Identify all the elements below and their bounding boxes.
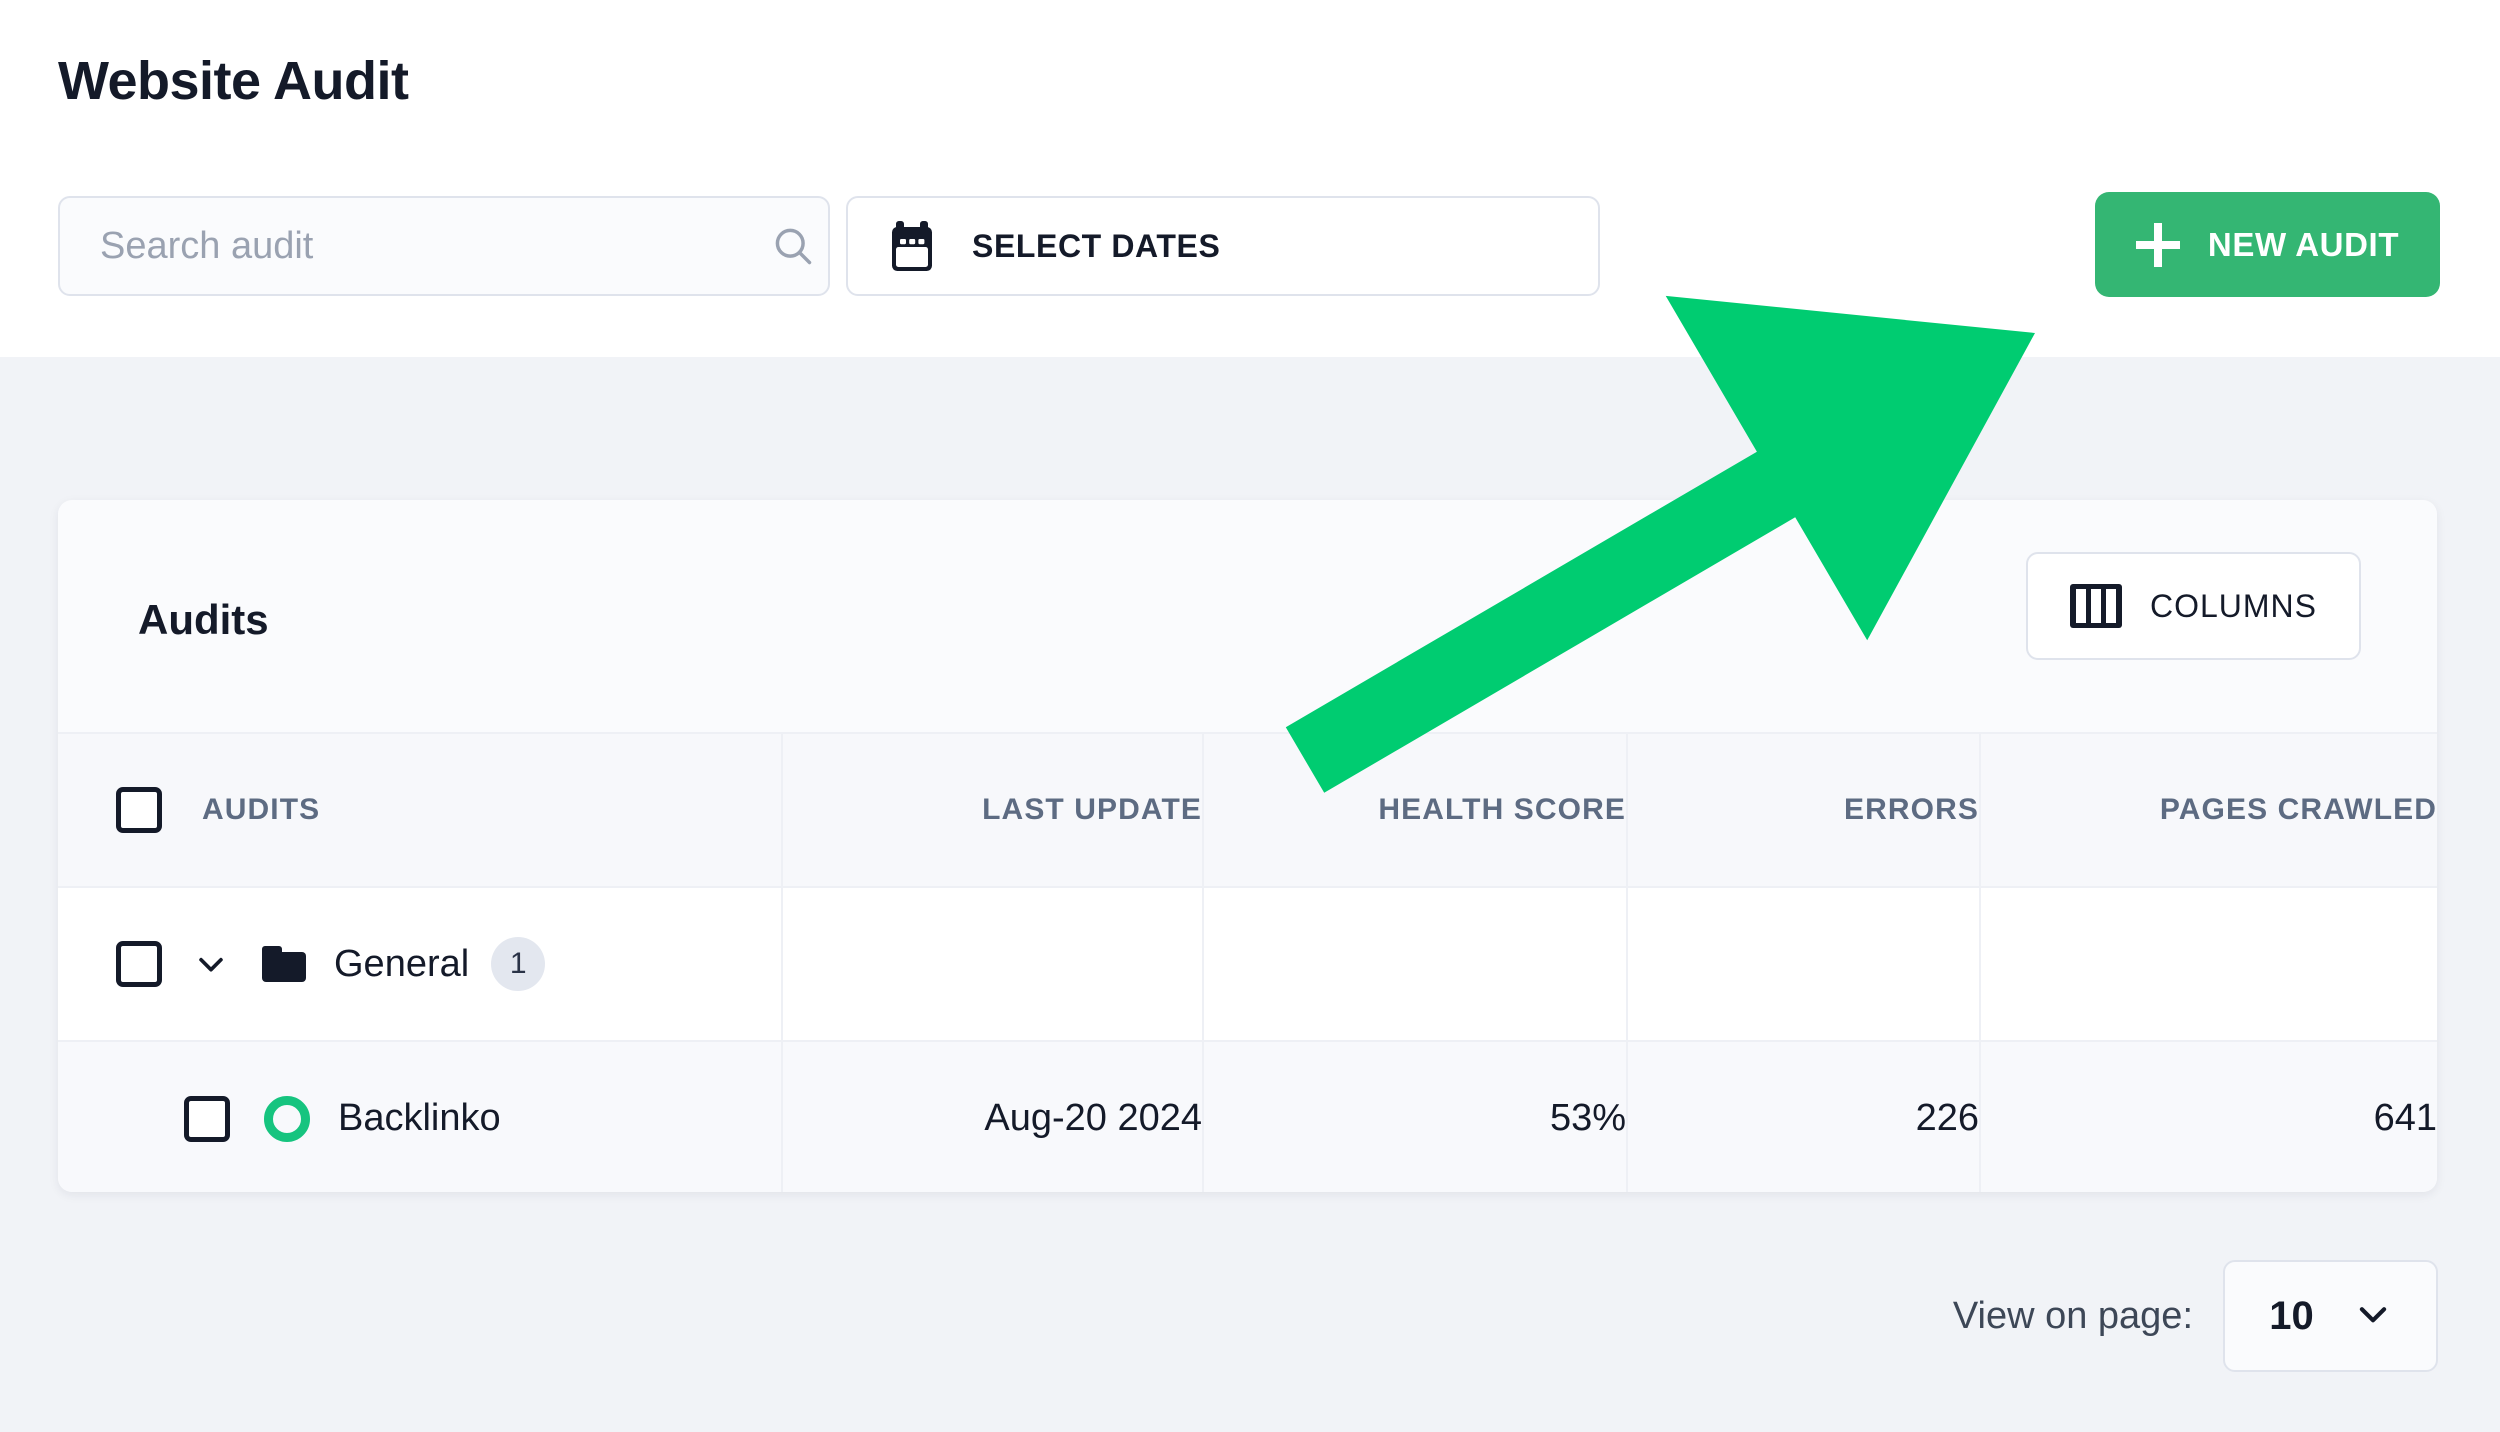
- header-cell-audits: AUDITS: [58, 732, 783, 887]
- audit-health-score: 53%: [1203, 1040, 1628, 1192]
- page-size-select[interactable]: 10: [2223, 1260, 2438, 1372]
- header-cell-errors[interactable]: ERRORS: [1627, 732, 1981, 887]
- columns-icon: [2069, 584, 2122, 628]
- header-label-audits: AUDITS: [202, 793, 321, 826]
- group-checkbox[interactable]: [116, 941, 162, 987]
- audits-card: Audits COLUMNS AUDITS LAST UPDATE HEALTH…: [58, 500, 2437, 1192]
- new-audit-label: NEW AUDIT: [2207, 225, 2400, 263]
- pagination-label: View on page:: [1952, 1294, 2193, 1337]
- group-last-update: [782, 886, 1204, 1041]
- top-bar: Website Audit SELECT DATES NEW AUDI: [0, 0, 2500, 357]
- group-count-badge: 1: [491, 937, 546, 991]
- search-icon[interactable]: [758, 224, 828, 268]
- folder-icon: [262, 946, 306, 982]
- header-cell-last-update[interactable]: LAST UPDATE: [782, 732, 1204, 887]
- page-size-value: 10: [2269, 1293, 2314, 1338]
- audit-last-update: Aug-20 2024: [782, 1040, 1204, 1192]
- green-ring-icon: [264, 1095, 310, 1142]
- search-input[interactable]: [60, 224, 758, 268]
- card-title: Audits: [138, 596, 269, 643]
- audits-table: AUDITS LAST UPDATE HEALTH SCORE ERRORS P…: [58, 732, 2437, 1192]
- audit-pages-crawled: 641: [1980, 1040, 2437, 1192]
- chevron-down-icon: [2354, 1295, 2392, 1338]
- pagination: View on page: 10: [1953, 1260, 2438, 1372]
- group-name: General: [334, 942, 470, 985]
- plus-icon: [2135, 222, 2180, 267]
- group-name-cell: General 1: [58, 886, 783, 1041]
- audit-errors: 226: [1627, 1040, 1981, 1192]
- select-dates-button[interactable]: SELECT DATES: [846, 196, 1600, 296]
- chevron-down-icon[interactable]: [194, 947, 228, 981]
- audit-name-cell: Backlinko: [58, 1040, 783, 1192]
- table-row[interactable]: Backlinko Aug-20 2024 53% 226 641: [58, 1040, 2437, 1192]
- card-header: Audits COLUMNS: [58, 500, 2437, 732]
- columns-label: COLUMNS: [2149, 587, 2317, 624]
- columns-button[interactable]: COLUMNS: [2026, 552, 2361, 660]
- search-box[interactable]: [58, 196, 830, 296]
- select-dates-label: SELECT DATES: [972, 227, 1221, 264]
- group-health-score: [1203, 886, 1628, 1041]
- row-checkbox[interactable]: [184, 1095, 230, 1142]
- audit-name[interactable]: Backlinko: [338, 1097, 501, 1140]
- select-all-checkbox[interactable]: [116, 787, 162, 833]
- table-row-group[interactable]: General 1: [58, 886, 2437, 1041]
- header-cell-health-score[interactable]: HEALTH SCORE: [1203, 732, 1628, 887]
- table-header-row: AUDITS LAST UPDATE HEALTH SCORE ERRORS P…: [58, 732, 2437, 887]
- page-title: Website Audit: [58, 51, 409, 111]
- group-errors: [1627, 886, 1981, 1041]
- new-audit-button[interactable]: NEW AUDIT: [2095, 192, 2440, 297]
- group-pages-crawled: [1980, 886, 2437, 1041]
- header-cell-pages-crawled[interactable]: PAGES CRAWLED: [1980, 732, 2437, 887]
- calendar-icon: [890, 219, 940, 273]
